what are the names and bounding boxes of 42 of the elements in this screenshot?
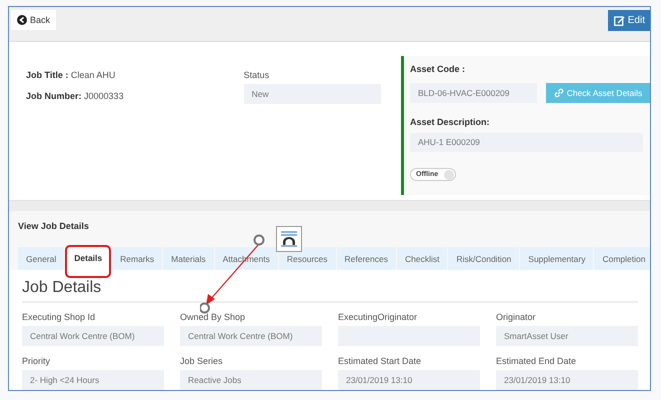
link-icon (554, 88, 564, 98)
back-arrow-icon (17, 15, 27, 25)
tab[interactable]: Materials (163, 247, 214, 270)
field-label: Owned By Shop (180, 312, 246, 322)
field-label: Priority (22, 356, 52, 366)
panel-heading: Job Details (22, 279, 638, 303)
input-field[interactable]: SmartAsset User (496, 326, 638, 346)
field-label: Estimated Start Date (338, 356, 422, 366)
field-label: Asset Code : (410, 64, 466, 74)
field-label: Job Series (180, 356, 224, 366)
edit-button[interactable]: Edit (608, 10, 650, 31)
input-field[interactable]: Central Work Centre (BOM) (22, 326, 164, 346)
field-label: Status (244, 70, 270, 80)
input-field[interactable]: 23/01/2019 13:10 (496, 370, 638, 390)
tab[interactable]: Supplementary (520, 247, 594, 270)
tab[interactable]: References (336, 247, 396, 270)
tab[interactable]: Completion (594, 247, 650, 270)
tab[interactable]: Remarks (112, 247, 162, 270)
back-button[interactable]: Back (11, 10, 56, 30)
field-label: Asset Description: (410, 117, 491, 128)
section-title: View Job Details (17, 220, 89, 231)
asset-code-field[interactable]: BLD-06-HVAC-E000209 (410, 83, 537, 104)
job-number: Job Number: J0000333 (26, 91, 125, 102)
job-title: Job Title : Clean AHU (26, 70, 116, 80)
input-field[interactable]: Central Work Centre (BOM) (180, 326, 322, 346)
asset-description-field[interactable]: AHU-1 E000209 (410, 133, 643, 152)
input-field[interactable]: 23/01/2019 13:10 (338, 370, 480, 390)
field-label: ExecutingOriginator (338, 312, 418, 322)
tab[interactable]: Resources (278, 247, 336, 270)
edit-icon (614, 15, 625, 26)
field-label: Executing Shop Id (22, 312, 96, 322)
field-label: Originator (496, 312, 537, 322)
tab[interactable]: Checklist (396, 247, 448, 270)
layout-options-icon[interactable] (276, 226, 302, 252)
input-field[interactable]: 2- High <24 Hours (22, 370, 164, 390)
tab[interactable]: General (18, 247, 64, 270)
status-field[interactable]: New (244, 84, 381, 104)
tab[interactable]: Details (65, 245, 112, 278)
input-field[interactable]: Reactive Jobs (180, 370, 322, 390)
field-label: Estimated End Date (496, 356, 578, 366)
tab[interactable]: Risk/Condition (448, 247, 520, 270)
handle-circle[interactable] (254, 234, 264, 246)
